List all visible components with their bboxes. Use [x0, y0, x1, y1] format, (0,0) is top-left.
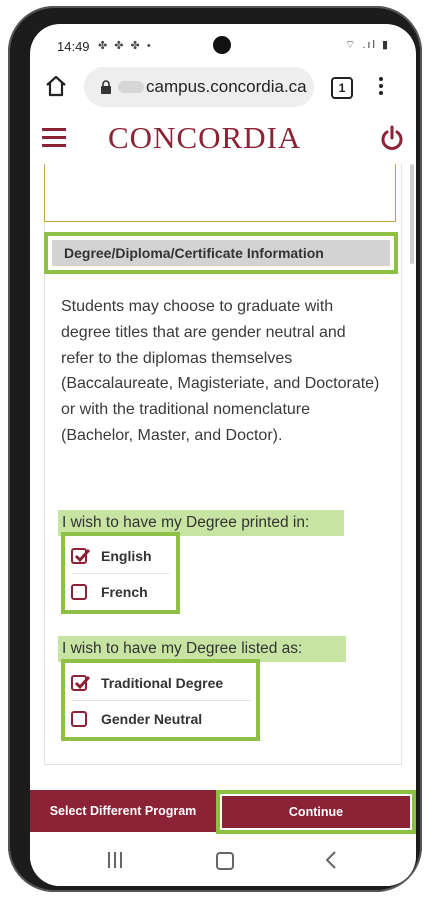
- back-chevron-icon[interactable]: [324, 850, 338, 870]
- home-button-icon[interactable]: [216, 852, 234, 870]
- checkbox-unchecked-icon[interactable]: [71, 711, 87, 727]
- notification-icons: ✤ ✤ ✤ •: [98, 40, 153, 52]
- option-gender-neutral[interactable]: Gender Neutral: [71, 701, 251, 737]
- select-different-program-button[interactable]: Select Different Program: [30, 790, 217, 832]
- lock-icon: [101, 80, 111, 94]
- option-label: French: [101, 584, 148, 600]
- option-label: Traditional Degree: [101, 674, 224, 691]
- continue-highlight: Continue: [216, 790, 416, 834]
- checkbox-checked-icon[interactable]: [71, 674, 91, 691]
- power-logout-icon[interactable]: [378, 124, 406, 152]
- camera-cutout: [213, 36, 231, 54]
- option-english[interactable]: English: [71, 538, 170, 574]
- option-traditional-degree[interactable]: Traditional Degree: [71, 665, 251, 701]
- status-time: 14:49: [57, 39, 90, 54]
- action-bar: Select Different Program Continue: [30, 790, 416, 834]
- concordia-logo[interactable]: CONCORDIA: [108, 120, 301, 156]
- tab-switcher-button[interactable]: 1: [331, 77, 353, 99]
- address-bar[interactable]: campus.concordia.ca: [84, 67, 314, 107]
- section-header: Degree/Diploma/Certificate Information: [52, 240, 390, 266]
- language-options-group: English French: [61, 532, 180, 614]
- signal-battery-icons: ⌔ .ıl ▮: [344, 39, 390, 51]
- status-bar: 14:49 ✤ ✤ ✤ • ⌔ .ıl ▮: [30, 24, 416, 64]
- degree-description: Students may choose to graduate with deg…: [61, 298, 380, 444]
- recent-apps-icon[interactable]: [108, 852, 126, 868]
- checkbox-unchecked-icon[interactable]: [71, 584, 87, 600]
- phone-frame: 14:49 ✤ ✤ ✤ • ⌔ .ıl ▮ campus.concordia.c…: [8, 6, 422, 892]
- site-header: CONCORDIA: [30, 114, 416, 164]
- browser-toolbar: campus.concordia.ca 1: [30, 64, 416, 114]
- hamburger-menu-icon[interactable]: [42, 128, 66, 148]
- scrollbar[interactable]: [410, 164, 414, 264]
- option-label: Gender Neutral: [101, 711, 203, 727]
- home-icon[interactable]: [44, 74, 68, 98]
- android-nav-bar: [30, 838, 416, 886]
- continue-button[interactable]: Continue: [222, 796, 410, 828]
- screen: 14:49 ✤ ✤ ✤ • ⌔ .ıl ▮ campus.concordia.c…: [30, 24, 416, 886]
- option-label: English: [101, 547, 152, 564]
- checkbox-checked-icon[interactable]: [71, 547, 91, 564]
- section-highlight: Degree/Diploma/Certificate Information: [44, 232, 398, 274]
- url-blurred-prefix: [118, 81, 144, 93]
- listing-options-group: Traditional Degree Gender Neutral: [61, 659, 260, 741]
- previous-text-field[interactable]: [44, 164, 396, 222]
- form-content: Degree/Diploma/Certificate Information S…: [30, 164, 416, 804]
- option-french[interactable]: French: [71, 574, 170, 610]
- url-text: campus.concordia.ca: [146, 77, 307, 96]
- browser-menu-icon[interactable]: [378, 74, 384, 98]
